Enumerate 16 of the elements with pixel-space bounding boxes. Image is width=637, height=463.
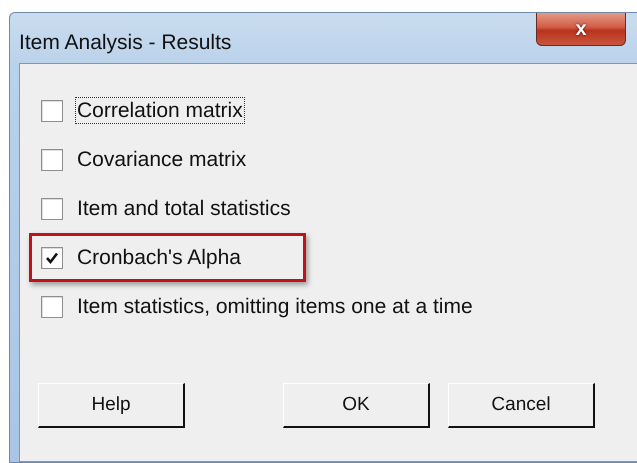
checkbox[interactable] — [41, 246, 63, 268]
checkbox-label[interactable]: Item and total statistics — [75, 194, 293, 222]
checkbox[interactable] — [41, 148, 63, 170]
checkbox[interactable] — [41, 296, 63, 318]
checkbox-label[interactable]: Correlation matrix — [75, 96, 245, 124]
checkbox-label[interactable]: Item statistics, omitting items one at a time — [75, 292, 475, 320]
window-title: Item Analysis - Results — [19, 30, 232, 56]
close-button[interactable]: x — [536, 13, 626, 46]
checkbox[interactable] — [41, 198, 63, 220]
dialog-button[interactable]: OK — [283, 383, 430, 428]
checkbox[interactable] — [41, 100, 63, 122]
checkbox-label[interactable]: Covariance matrix — [75, 146, 248, 174]
checkbox-label[interactable]: Cronbach's Alpha — [75, 244, 243, 272]
dialog-button[interactable]: Cancel — [448, 383, 595, 428]
check-icon — [45, 250, 59, 264]
dialog-button[interactable]: Help — [38, 383, 185, 428]
